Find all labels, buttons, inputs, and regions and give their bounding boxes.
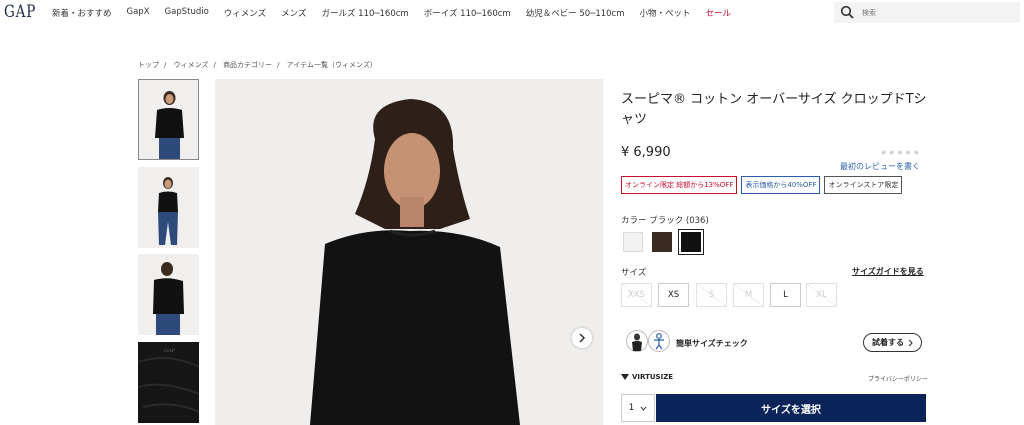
- quantity-value: 1: [628, 403, 635, 413]
- nav-womens[interactable]: ウィメンズ: [224, 7, 266, 19]
- swatch-brown[interactable]: [652, 232, 672, 252]
- body-measure-icon: [648, 330, 670, 352]
- thumbnail-image: [155, 91, 184, 159]
- main-nav: 新着・おすすめ GapX GapStudio ウィメンズ メンズ ガールズ 11…: [52, 7, 746, 19]
- chevron-down-icon: [640, 406, 647, 411]
- nav-gapstudio[interactable]: GapStudio: [165, 7, 209, 19]
- thumbnail-3[interactable]: [138, 254, 199, 335]
- nav-sale[interactable]: セール: [706, 7, 732, 19]
- gap-logo[interactable]: GAP: [4, 2, 36, 22]
- color-label: カラー ブラック (036): [621, 216, 709, 226]
- size-xxs[interactable]: XXS: [621, 283, 652, 307]
- virtusize-label: VIRTUSIZE: [632, 373, 674, 381]
- size-check-title: 簡単サイズチェック: [676, 339, 748, 348]
- size-m[interactable]: M: [733, 283, 764, 307]
- chevron-right-icon: [908, 339, 913, 346]
- rating-stars: ★★★★★: [880, 148, 921, 157]
- breadcrumb-category[interactable]: 商品カテゴリー: [223, 61, 272, 69]
- size-label: サイズ: [621, 268, 647, 278]
- nav-gapx[interactable]: GapX: [127, 7, 150, 19]
- badge-online-discount: オンライン限定 総額から13%OFF: [621, 176, 738, 194]
- virtusize-logo-icon: [621, 374, 629, 380]
- write-review-link[interactable]: 最初のレビューを書く: [840, 161, 920, 172]
- try-on-button[interactable]: 試着する: [863, 333, 922, 352]
- product-price: ¥ 6,990: [621, 145, 671, 160]
- search-box: [834, 2, 1020, 23]
- thumbnail-image: [158, 177, 178, 245]
- thumbnail-image: GAP: [138, 348, 199, 413]
- nav-accessories[interactable]: 小物・ペット: [640, 7, 691, 19]
- size-l[interactable]: L: [770, 283, 801, 307]
- badge-price-off: 表示価格から40%OFF: [741, 176, 821, 194]
- privacy-policy-link[interactable]: プライバシーポリシー: [868, 374, 928, 383]
- nav-boys[interactable]: ボーイズ 110─160cm: [424, 7, 511, 19]
- model-photo: [310, 99, 520, 425]
- size-xs[interactable]: XS: [658, 283, 689, 307]
- virtusize-brand: VIRTUSIZE: [621, 373, 673, 381]
- size-guide-link[interactable]: サイズガイドを見る: [852, 266, 924, 277]
- promo-badges: オンライン限定 総額から13%OFF 表示価格から40%OFF オンラインストア…: [621, 176, 903, 194]
- quantity-select[interactable]: 1: [621, 394, 655, 422]
- search-icon[interactable]: [840, 5, 854, 19]
- swatch-white[interactable]: [623, 232, 643, 252]
- thumbnail-2[interactable]: [138, 167, 199, 248]
- nav-mens[interactable]: メンズ: [281, 7, 306, 19]
- select-size-button[interactable]: サイズを選択: [656, 394, 926, 422]
- nav-baby[interactable]: 幼児＆ベビー 50─110cm: [526, 7, 625, 19]
- size-xl[interactable]: XL: [806, 283, 837, 307]
- thumbnail-image: [153, 262, 184, 335]
- try-on-label: 試着する: [872, 338, 904, 347]
- nav-girls[interactable]: ガールズ 110─160cm: [321, 7, 408, 19]
- chevron-right-icon: [579, 333, 586, 343]
- breadcrumb-womens[interactable]: ウィメンズ: [174, 61, 209, 69]
- main-product-image[interactable]: [215, 79, 603, 425]
- nav-new[interactable]: 新着・おすすめ: [52, 7, 112, 19]
- thumbnail-4[interactable]: GAP: [138, 342, 199, 423]
- product-title: スーピマ® コットン オーバーサイズ クロップドTシャツ: [621, 92, 927, 127]
- top-bar: GAP 新着・おすすめ GapX GapStudio ウィメンズ メンズ ガール…: [0, 0, 1024, 26]
- svg-text:GAP: GAP: [164, 348, 176, 354]
- breadcrumb: トップ / ウィメンズ / 商品カテゴリー / アイテム一覧（ウィメンズ）: [138, 61, 377, 69]
- next-image-button[interactable]: [572, 328, 592, 348]
- size-s[interactable]: S: [696, 283, 727, 307]
- swatch-black[interactable]: [678, 229, 704, 255]
- breadcrumb-items[interactable]: アイテム一覧（ウィメンズ）: [287, 61, 377, 69]
- thumbnail-1[interactable]: [138, 79, 199, 160]
- garment-icon: [626, 330, 648, 352]
- search-input[interactable]: [862, 5, 1012, 20]
- breadcrumb-top[interactable]: トップ: [138, 61, 159, 69]
- badge-online-only: オンラインストア限定: [824, 176, 903, 194]
